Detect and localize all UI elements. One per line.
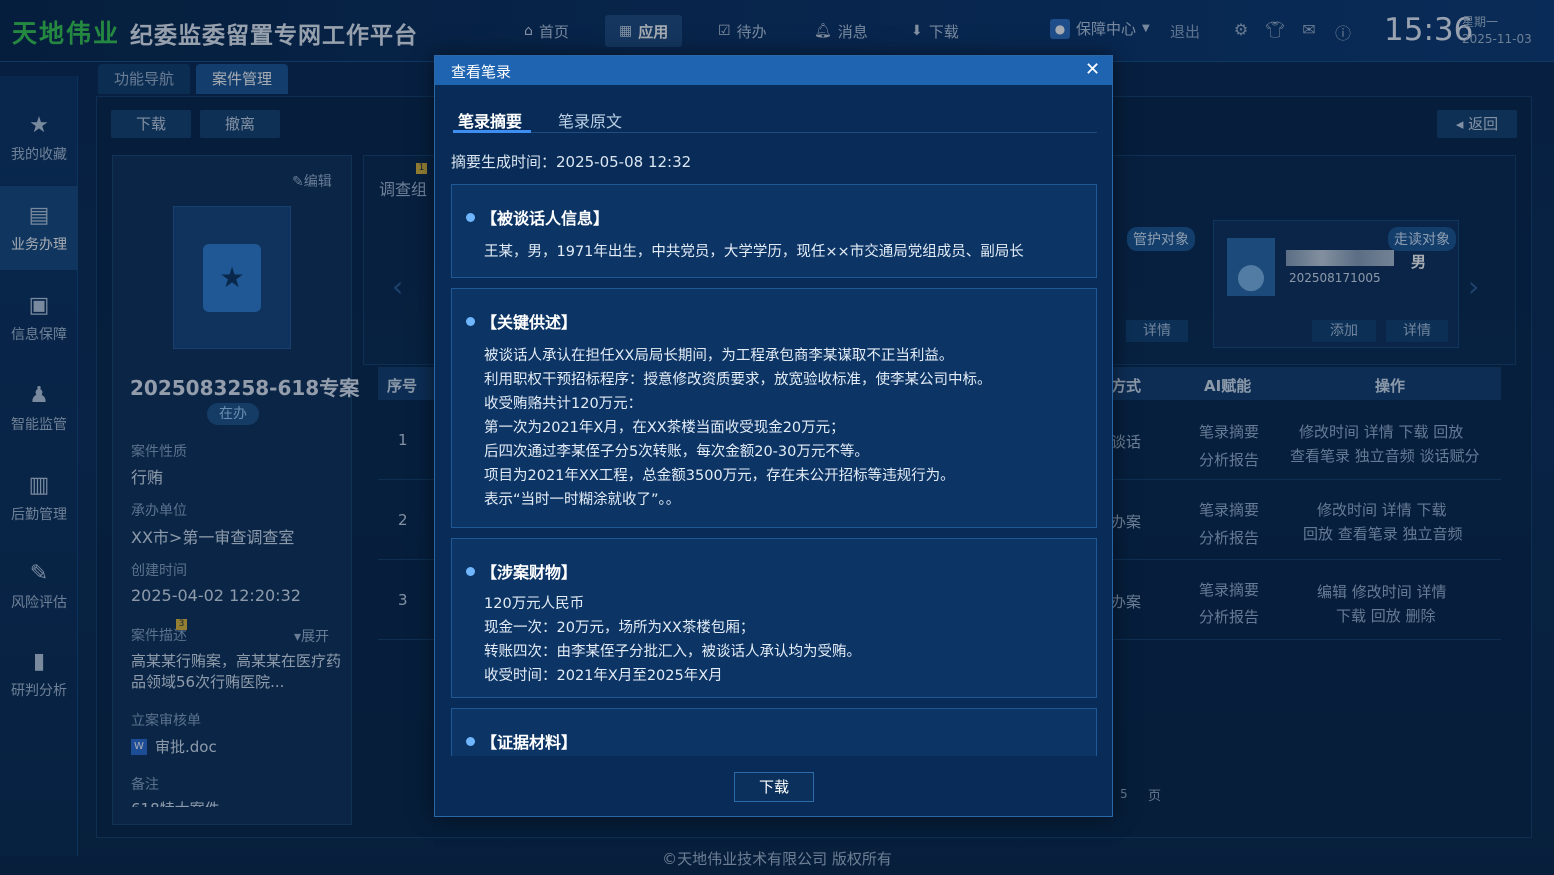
section-title: 【证据材料】 [466,729,577,753]
modal-download-button[interactable]: 下载 [734,772,814,802]
section-assets: 【涉案财物】 120万元人民币 现金一次：20万元，场所为XX茶楼包厢； 转账四… [451,538,1097,698]
section-line: 120万元人民币 [484,596,585,612]
section-title-text: 【涉案财物】 [481,563,578,582]
section-key-statements: 【关键供述】 被谈话人承认在担任XX局局长期间，为工程承包商李某谋取不正当利益。… [451,288,1097,528]
section-line: 第一次为2021年X月，在XX茶楼当面收受现金20万元； [484,420,845,436]
section-title: 【被谈话人信息】 [466,205,609,229]
summary-generated-time: 摘要生成时间：2025-05-08 12:32 [451,153,692,171]
section-interviewee-info: 【被谈话人信息】 王某，男，1971年出生，中共党员，大学学历，现任××市交通局… [451,184,1097,278]
view-transcript-modal: 查看笔录 ✕ 笔录摘要 笔录原文 摘要生成时间：2025-05-08 12:32… [434,55,1113,817]
bullet-icon [466,212,475,222]
modal-header: 查看笔录 ✕ [435,56,1112,85]
bullet-icon [466,736,475,746]
bullet-icon [466,316,475,326]
section-title: 【关键供述】 [466,309,577,333]
section-title-text: 【证据材料】 [481,733,578,752]
tab-original[interactable]: 笔录原文 [558,108,622,132]
section-title-text: 【关键供述】 [481,313,578,332]
modal-title: 查看笔录 [451,63,512,81]
tab-divider [453,132,1097,133]
section-title: 【涉案财物】 [466,559,577,583]
active-tab-indicator [453,130,531,133]
section-line: 被谈话人承认在担任XX局局长期间，为工程承包商李某谋取不正当利益。 [484,348,954,364]
section-line: 项目为2021年XX工程，总金额3500万元，存在未公开招标等违规行为。 [484,468,955,484]
section-line: 收受时间：2021年X月至2025年X月 [484,668,723,684]
section-evidence: 【证据材料】 [451,708,1097,756]
app-root: 天地伟业 纪委监委留置专网工作平台 ⌂ 首页 ▦ 应用 ☑ 待办 🔔︎ 消息 ⬇ 下载 ●… [0,0,1554,875]
section-line: 后四次通过李某侄子分5次转账，每次金额20-30万元不等。 [484,444,869,460]
section-line: 收受贿赂共计120万元： [484,396,643,412]
close-icon[interactable]: ✕ [1085,59,1100,80]
section-line: 表示“当时一时糊涂就收了”。。 [484,492,681,508]
section-line: 利用职权干预招标程序：授意修改资质要求，放宽验收标准，使李某公司中标。 [484,372,992,388]
section-line: 转账四次：由李某侄子分批汇入，被谈话人承认均为受贿。 [484,644,861,660]
bullet-icon [466,566,475,576]
section-line: 现金一次：20万元，场所为XX茶楼包厢； [484,620,755,636]
tab-summary[interactable]: 笔录摘要 [458,108,522,132]
section-title-text: 【被谈话人信息】 [481,209,610,228]
summary-scroll-area[interactable]: 【被谈话人信息】 王某，男，1971年出生，中共党员，大学学历，现任××市交通局… [451,184,1097,756]
section-line: 王某，男，1971年出生，中共党员，大学学历，现任××市交通局党组成员、副局长 [484,244,1024,260]
